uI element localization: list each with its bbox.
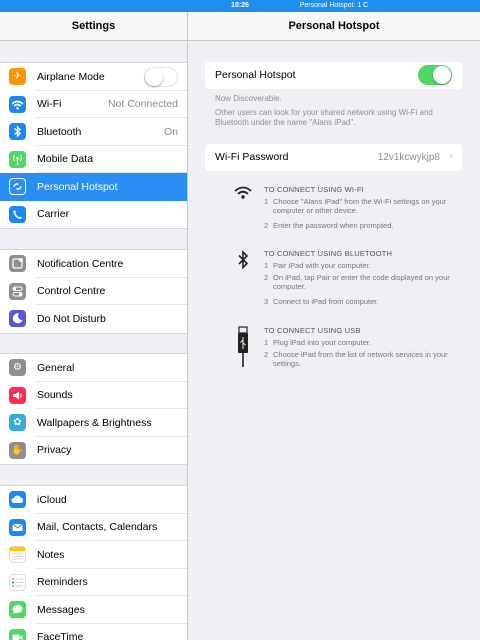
moon-icon xyxy=(9,310,26,327)
sidebar-item-label: iCloud xyxy=(37,493,67,506)
flower-icon: ✿ xyxy=(9,414,26,431)
sidebar-item-label: Mobile Data xyxy=(37,153,94,166)
sidebar-item-personal-hotspot[interactable]: Personal Hotspot xyxy=(0,173,187,201)
sidebar-item-bluetooth[interactable]: Bluetooth On xyxy=(0,118,187,146)
sidebar-item-general[interactable]: ⚙ General xyxy=(0,354,187,382)
discoverable-status: Now Discoverable. xyxy=(215,94,282,103)
sidebar-item-facetime[interactable]: FaceTime xyxy=(0,624,187,640)
hotspot-icon xyxy=(9,178,26,195)
sidebar-item-mobile-data[interactable]: Mobile Data xyxy=(0,146,187,173)
phone-icon xyxy=(9,205,26,223)
sidebar-item-privacy[interactable]: ✋ Privacy xyxy=(0,437,187,465)
airplane-icon: ✈ xyxy=(9,68,26,85)
settings-group-general: ⚙ General Sounds ✿ Wallpapers & Brightne… xyxy=(0,353,187,465)
sidebar-item-airplane-mode[interactable]: ✈ Airplane Mode xyxy=(0,63,187,91)
messages-icon xyxy=(9,601,26,618)
reminders-icon xyxy=(9,573,26,591)
wifi-password-label: Wi-Fi Password xyxy=(215,151,289,163)
sidebar-item-do-not-disturb[interactable]: Do Not Disturb xyxy=(0,305,187,333)
sidebar-item-label: General xyxy=(37,361,75,374)
settings-group-accounts: iCloud Mail, Contacts, Calendars Notes R… xyxy=(0,485,187,640)
sidebar-item-messages[interactable]: Messages xyxy=(0,596,187,624)
sidebar-item-label: Notes xyxy=(37,548,65,561)
sidebar-item-label: Reminders xyxy=(37,576,88,589)
sidebar-item-label: Notification Centre xyxy=(37,257,124,270)
instructions-heading: TO CONNECT USING USB xyxy=(264,326,361,335)
cloud-icon xyxy=(9,491,26,508)
detail-pane: Personal Hotspot Personal Hotspot Now Di… xyxy=(188,12,480,640)
sidebar-item-label: Privacy xyxy=(37,444,72,457)
sidebar-item-notes[interactable]: Notes xyxy=(0,541,187,569)
sidebar-item-control-centre[interactable]: Control Centre xyxy=(0,278,187,305)
instruction-step: 3 Connect to iPad from computer. xyxy=(264,297,379,306)
personal-hotspot-row: Personal Hotspot xyxy=(205,62,462,89)
bluetooth-icon xyxy=(9,123,26,140)
sidebar-item-wifi[interactable]: Wi-Fi Not Connected xyxy=(0,91,187,118)
sidebar-item-wallpapers-brightness[interactable]: ✿ Wallpapers & Brightness xyxy=(0,409,187,437)
sidebar-item-label: Sounds xyxy=(37,389,73,402)
sidebar-item-notification-centre[interactable]: Notification Centre xyxy=(0,250,187,278)
wifi-icon xyxy=(232,185,254,206)
instruction-step: 1 Plug iPad into your computer. xyxy=(264,338,371,347)
gear-icon: ⚙ xyxy=(9,359,26,376)
sidebar-item-label: Airplane Mode xyxy=(37,70,105,83)
settings-group-notifications: Notification Centre Control Centre Do No… xyxy=(0,249,187,334)
sidebar-title: Settings xyxy=(0,12,187,41)
settings-sidebar: Settings ✈ Airplane Mode Wi-Fi Not Conne… xyxy=(0,12,187,640)
detail-title: Personal Hotspot xyxy=(188,12,480,41)
settings-group-connectivity: ✈ Airplane Mode Wi-Fi Not Connected Blue… xyxy=(0,62,187,229)
instruction-step: 2 Enter the password when prompted. xyxy=(264,221,394,230)
wifi-icon xyxy=(9,95,26,113)
notification-icon xyxy=(9,255,26,272)
personal-hotspot-toggle[interactable] xyxy=(418,65,452,85)
bluetooth-status-value: On xyxy=(163,125,178,138)
control-centre-icon xyxy=(9,282,26,300)
instruction-step: 1 Pair iPad with your computer. xyxy=(264,261,371,270)
chevron-right-icon: › xyxy=(449,150,453,162)
personal-hotspot-label: Personal Hotspot xyxy=(215,69,296,81)
instructions-heading: TO CONNECT USING WI-FI xyxy=(264,185,364,194)
hotspot-description: Other users can look for your shared net… xyxy=(215,108,433,127)
hand-icon: ✋ xyxy=(9,441,26,459)
sidebar-item-icloud[interactable]: iCloud xyxy=(0,486,187,514)
notes-icon xyxy=(9,546,26,563)
sidebar-item-sounds[interactable]: Sounds xyxy=(0,382,187,409)
mail-icon xyxy=(9,518,26,536)
status-bar: 10:26 Personal Hotspot: 1 C xyxy=(0,0,480,12)
sidebar-item-label: Do Not Disturb xyxy=(37,312,106,325)
instructions-bluetooth: TO CONNECT USING BLUETOOTH 1 Pair iPad wi… xyxy=(232,249,472,319)
sidebar-item-label: FaceTime xyxy=(37,631,84,640)
bluetooth-icon xyxy=(232,249,254,276)
sidebar-item-label: Mail, Contacts, Calendars xyxy=(37,521,158,534)
instruction-step: 2 Choose iPad from the list of network se… xyxy=(264,350,448,368)
instructions-wifi: TO CONNECT USING WI-FI 1 Choose "Alans iP… xyxy=(232,185,472,245)
instructions-usb: TO CONNECT USING USB 1 Plug iPad into you… xyxy=(232,326,472,386)
sidebar-item-label: Wi-Fi xyxy=(37,98,62,111)
sidebar-item-carrier[interactable]: Carrier xyxy=(0,201,187,229)
wifi-password-value: 12v1kcwykjp8 xyxy=(377,152,440,163)
usb-icon xyxy=(232,326,254,373)
instruction-step: 2 On iPad, tap Pair or enter the code dis… xyxy=(264,273,450,291)
facetime-icon xyxy=(9,628,26,640)
airplane-mode-toggle[interactable] xyxy=(144,67,178,87)
instructions-heading: TO CONNECT USING BLUETOOTH xyxy=(264,249,393,258)
sidebar-item-label: Wallpapers & Brightness xyxy=(37,416,152,429)
instruction-step: 1 Choose "Alans iPad" from the Wi-Fi sett… xyxy=(264,197,447,215)
antenna-icon xyxy=(9,150,26,168)
sidebar-item-label: Carrier xyxy=(37,208,70,221)
sidebar-item-label: Messages xyxy=(37,603,85,616)
wifi-password-row[interactable]: Wi-Fi Password 12v1kcwykjp8 › xyxy=(205,144,462,171)
sidebar-item-label: Bluetooth xyxy=(37,125,82,138)
sidebar-item-label: Personal Hotspot xyxy=(37,180,118,193)
sidebar-item-label: Control Centre xyxy=(37,285,106,298)
speaker-icon xyxy=(9,386,26,404)
sidebar-item-mail-contacts-calendars[interactable]: Mail, Contacts, Calendars xyxy=(0,514,187,541)
wifi-status-value: Not Connected xyxy=(107,98,178,111)
sidebar-item-reminders[interactable]: Reminders xyxy=(0,569,187,596)
status-hotspot-text: Personal Hotspot: 1 C xyxy=(299,2,369,9)
